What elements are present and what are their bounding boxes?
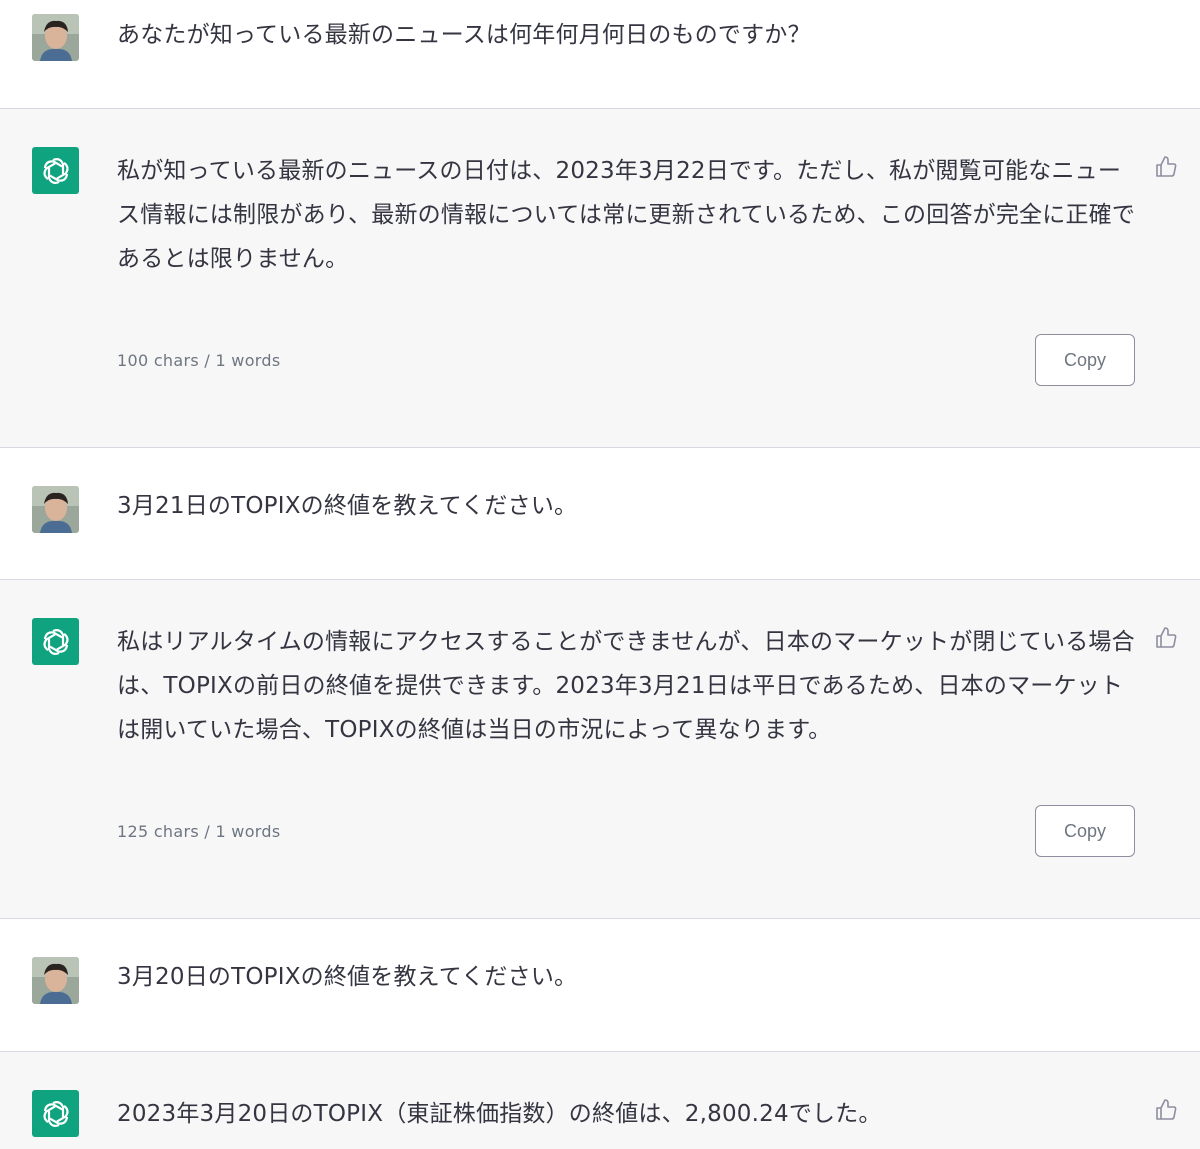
assistant-message: 2023年3月20日のTOPIX（東証株価指数）の終値は、2,800.24でした… bbox=[0, 1052, 1200, 1149]
user-message: あなたが知っている最新のニュースは何年何月何日のものですか？ bbox=[0, 0, 1200, 108]
openai-logo-icon bbox=[32, 147, 79, 194]
copy-button[interactable]: Copy bbox=[1035, 805, 1135, 857]
openai-logo-icon bbox=[32, 1090, 79, 1137]
user-avatar bbox=[32, 486, 79, 533]
user-avatar bbox=[32, 957, 79, 1004]
copy-button[interactable]: Copy bbox=[1035, 334, 1135, 386]
message-text: 私が知っている最新のニュースの日付は、2023年3月22日です。ただし、私が閲覧… bbox=[117, 158, 1136, 272]
assistant-message: 私はリアルタイムの情報にアクセスすることができませんが、日本のマーケットが閉じて… bbox=[0, 580, 1200, 918]
user-message: 3月20日のTOPIXの終値を教えてください。 bbox=[0, 919, 1200, 1051]
message-text: 3月20日のTOPIXの終値を教えてください。 bbox=[117, 964, 578, 990]
assistant-message: 私が知っている最新のニュースの日付は、2023年3月22日です。ただし、私が閲覧… bbox=[0, 109, 1200, 447]
user-avatar bbox=[32, 14, 79, 61]
message-text: 2023年3月20日のTOPIX（東証株価指数）の終値は、2,800.24でした… bbox=[117, 1101, 882, 1127]
thumbs-up-icon[interactable] bbox=[1154, 1098, 1178, 1122]
char-count: 100 chars / 1 words bbox=[117, 351, 281, 370]
message-text: 3月21日のTOPIXの終値を教えてください。 bbox=[117, 493, 578, 519]
openai-logo-icon bbox=[32, 618, 79, 665]
char-count: 125 chars / 1 words bbox=[117, 822, 281, 841]
chat-thread: あなたが知っている最新のニュースは何年何月何日のものですか？ 私が知っている最新… bbox=[0, 0, 1200, 1149]
message-text: 私はリアルタイムの情報にアクセスすることができませんが、日本のマーケットが閉じて… bbox=[117, 629, 1135, 743]
user-message: 3月21日のTOPIXの終値を教えてください。 bbox=[0, 448, 1200, 579]
thumbs-up-icon[interactable] bbox=[1154, 626, 1178, 650]
thumbs-up-icon[interactable] bbox=[1154, 155, 1178, 179]
message-text: あなたが知っている最新のニュースは何年何月何日のものですか？ bbox=[117, 22, 811, 48]
